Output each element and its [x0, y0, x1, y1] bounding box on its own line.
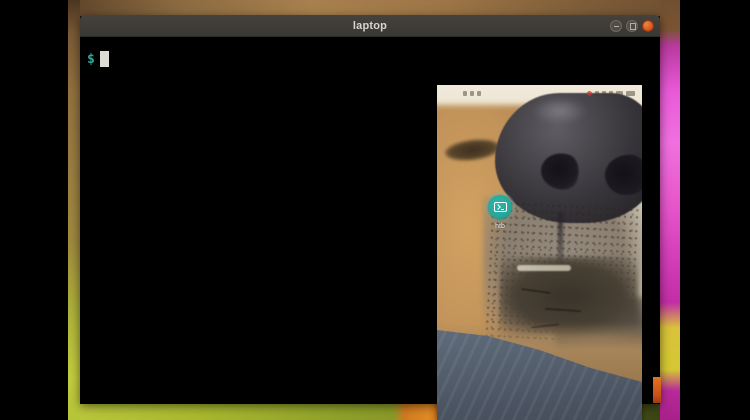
close-button[interactable]: [642, 20, 654, 32]
terminal-window-glyph-icon: [494, 202, 507, 212]
notification-icon: [477, 91, 481, 96]
dog-teeth-glint: [517, 265, 571, 271]
android-status-bar: [437, 88, 642, 98]
notification-icon: [470, 91, 474, 96]
wallpaper-top-strip: [68, 0, 680, 16]
phone-mirror-screen[interactable]: htb: [437, 85, 642, 420]
minimize-button[interactable]: [610, 20, 622, 32]
wallpaper-right-strip: [660, 0, 680, 420]
wallpaper-orange-detail: [653, 377, 661, 403]
window-titlebar[interactable]: laptop: [80, 15, 660, 37]
window-title: laptop: [353, 20, 387, 32]
status-icon: [602, 91, 606, 96]
wallpaper-left-strip: [68, 0, 80, 420]
text-cursor: [100, 51, 109, 67]
app-icon-label: htb: [478, 223, 522, 230]
status-bar-right-icons: [587, 91, 635, 96]
notification-icon: [463, 91, 467, 96]
dog-nose-highlight: [532, 97, 587, 125]
prompt-line: $: [87, 51, 660, 67]
maximize-button[interactable]: [626, 20, 638, 32]
clock-text: [626, 91, 635, 96]
desktop-capture: laptop $: [68, 0, 680, 420]
terminal-app-icon[interactable]: [488, 195, 512, 219]
status-icon: [595, 91, 599, 96]
shell-prompt: $: [87, 52, 95, 67]
screen-record-dot: [587, 91, 592, 96]
status-bar-left-icons: [463, 91, 481, 96]
window-controls: [610, 15, 654, 36]
status-icon: [609, 91, 613, 96]
letterbox-background: laptop $: [0, 0, 750, 420]
battery-icon: [616, 91, 623, 96]
